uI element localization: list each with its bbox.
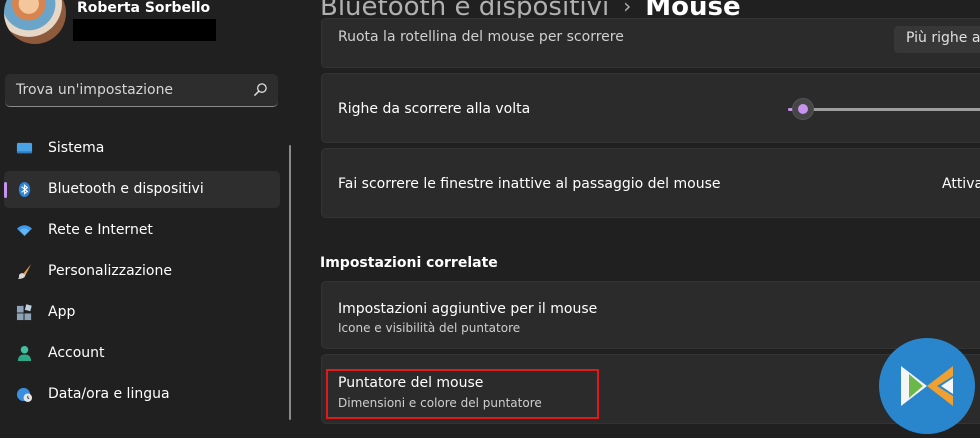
setting-card-inactive-scroll: Fai scorrere le finestre inattive al pas… [321,148,980,218]
highlight-annotation [326,369,599,419]
sidebar-item-account[interactable]: Account [4,335,280,372]
chevron-right-icon: › [623,0,632,18]
sidebar-nav: Sistema Bluetooth e dispositivi Rete e I… [4,130,280,417]
sidebar-item-label: Bluetooth e dispositivi [48,181,204,197]
setting-card-lines-to-scroll: Righe da scorrere alla volta [321,73,980,143]
search-input[interactable]: Trova un'impostazione [16,82,173,98]
search-icon[interactable] [253,82,268,97]
sidebar-item-label: Rete e Internet [48,222,153,238]
sidebar-item-sistema[interactable]: Sistema [4,130,280,167]
sidebar-item-bluetooth[interactable]: Bluetooth e dispositivi [4,171,280,208]
sidebar-item-label: Data/ora e lingua [48,386,170,402]
monitor-icon [16,142,33,154]
sidebar: Roberta Sorbello Trova un'impostazione S… [0,0,300,420]
setting-label: Righe da scorrere alla volta [338,101,531,117]
related-item-title: Impostazioni aggiuntive per il mouse [338,301,598,317]
slider-track[interactable] [792,108,980,111]
wifi-icon [16,225,33,237]
avatar[interactable] [4,0,66,44]
sidebar-scrollbar[interactable] [289,145,291,420]
scroll-mode-dropdown[interactable]: Più righe alla [894,26,980,53]
redacted-email [73,19,216,41]
globe-clock-icon [16,387,33,403]
brush-icon [17,263,32,280]
related-item-subtitle: Icone e visibilità del puntatore [338,321,521,335]
sidebar-item-app[interactable]: App [4,294,280,331]
section-heading: Impostazioni correlate [320,255,498,271]
setting-label: Ruota la rotellina del mouse per scorrer… [338,29,624,45]
toggle-state-label[interactable]: Attivato [942,176,980,192]
person-icon [17,345,32,362]
search-box[interactable]: Trova un'impostazione [5,74,278,107]
apps-icon [16,304,32,321]
sidebar-item-label: Account [48,345,105,361]
bluetooth-icon [18,181,31,198]
sidebar-item-rete[interactable]: Rete e Internet [4,212,280,249]
setting-label: Fai scorrere le finestre inattive al pas… [338,176,721,192]
setting-card-scroll-wheel: Ruota la rotellina del mouse per scorrer… [321,18,980,68]
sidebar-item-label: App [48,304,76,320]
dropdown-value: Più righe alla [906,30,980,46]
sidebar-item-data-ora[interactable]: Data/ora e lingua [4,376,280,413]
user-name: Roberta Sorbello [77,0,211,16]
sidebar-item-personalizzazione[interactable]: Personalizzazione [4,253,280,290]
slider-thumb[interactable] [792,98,814,120]
sidebar-item-label: Personalizzazione [48,263,172,279]
sidebar-item-label: Sistema [48,140,105,156]
